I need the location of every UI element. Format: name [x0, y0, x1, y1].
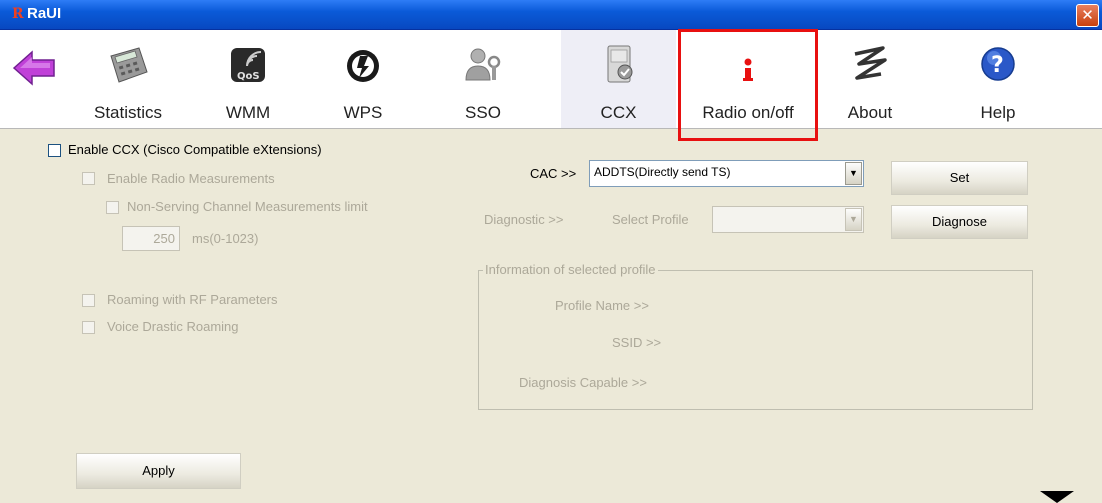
radio-on-off-highlight — [678, 29, 818, 141]
set-button[interactable]: Set — [891, 161, 1028, 195]
ccx-icon — [607, 45, 632, 83]
ccx-panel: Enable CCX (Cisco Compatible eXtensions)… — [0, 129, 1102, 503]
window-title: RaUI — [27, 5, 62, 22]
wps-icon — [347, 50, 379, 82]
non-serving-checkbox[interactable] — [106, 201, 119, 214]
group-title: Information of selected profile — [483, 262, 658, 277]
tab-label: WPS — [343, 103, 383, 122]
apply-button[interactable]: Apply — [76, 453, 241, 489]
cac-select[interactable]: ADDTS(Directly send TS) ▼ — [589, 160, 864, 187]
calculator-icon — [110, 47, 148, 83]
voice-roaming-label: Voice Drastic Roaming — [107, 319, 239, 334]
tab-wmm[interactable]: QoS WMM — [208, 30, 288, 128]
tab-label: CCX — [600, 103, 637, 122]
tab-label: Statistics — [93, 103, 163, 122]
roaming-rf-checkbox[interactable] — [82, 294, 95, 307]
tab-help[interactable]: ? Help — [958, 30, 1038, 128]
back-arrow-icon — [12, 50, 55, 86]
radio-measurements-label: Enable Radio Measurements — [107, 171, 275, 186]
measurement-limit-input[interactable]: 250 — [122, 226, 180, 251]
roaming-rf-label: Roaming with RF Parameters — [107, 292, 278, 307]
tab-about[interactable]: About — [830, 30, 910, 128]
cac-selected-value: ADDTS(Directly send TS) — [594, 165, 731, 179]
qos-icon: QoS — [231, 48, 265, 82]
help-icon: ? — [981, 47, 1015, 81]
select-profile-label: Select Profile — [612, 212, 689, 227]
tab-wps[interactable]: WPS — [328, 30, 398, 128]
enable-ccx-label: Enable CCX (Cisco Compatible eXtensions) — [68, 142, 322, 157]
radio-measurements-checkbox[interactable] — [82, 172, 95, 185]
diagnosis-capable-label: Diagnosis Capable >> — [519, 375, 647, 390]
svg-text:QoS: QoS — [237, 71, 260, 82]
voice-roaming-checkbox[interactable] — [82, 321, 95, 334]
tab-label: SSO — [465, 103, 501, 122]
tab-label: About — [847, 103, 893, 122]
ssid-label: SSID >> — [612, 335, 662, 350]
title-bar: R RaUI ✕ — [0, 0, 1102, 30]
chevron-down-icon: ▼ — [845, 162, 862, 185]
limit-unit-label: ms(0-1023) — [192, 231, 259, 246]
tab-sso[interactable]: SSO — [448, 30, 518, 128]
non-serving-label: Non-Serving Channel Measurements limit — [127, 199, 368, 214]
tab-statistics[interactable]: Statistics — [76, 30, 180, 128]
toolbar: Statistics QoS WMM WPS SSO CCX Radio on/… — [0, 30, 1102, 129]
svg-text:?: ? — [991, 53, 1004, 78]
profile-select[interactable]: ▼ — [712, 206, 864, 233]
sso-icon — [465, 48, 501, 81]
cac-label: CAC >> — [530, 166, 577, 181]
about-icon — [854, 46, 887, 80]
back-button[interactable] — [8, 30, 60, 128]
scroll-down-icon[interactable] — [1040, 491, 1074, 503]
tab-label: WMM — [225, 103, 271, 122]
tab-ccx[interactable]: CCX — [561, 30, 676, 128]
chevron-down-icon: ▼ — [845, 208, 862, 231]
profile-name-label: Profile Name >> — [555, 298, 649, 313]
diagnose-button[interactable]: Diagnose — [891, 205, 1028, 239]
diagnostic-label: Diagnostic >> — [484, 212, 564, 227]
enable-ccx-checkbox[interactable] — [48, 144, 61, 157]
tab-label: Help — [980, 103, 1016, 122]
app-logo-icon: R — [12, 6, 24, 22]
close-button[interactable]: ✕ — [1076, 4, 1099, 27]
